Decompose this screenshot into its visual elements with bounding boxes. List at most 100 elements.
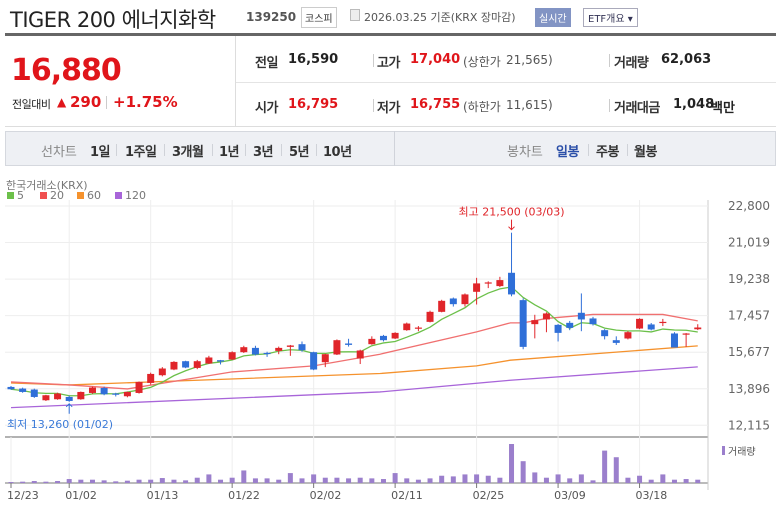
volume-bar — [671, 479, 677, 483]
candle — [647, 322, 655, 331]
volume-bar — [543, 477, 549, 483]
volume-bar — [660, 474, 666, 483]
volume-bar — [578, 474, 584, 483]
volume-bar — [462, 474, 468, 483]
x-tick-label: 12/23 — [7, 489, 39, 502]
moving-averages — [10, 286, 698, 409]
candle-body — [542, 313, 550, 320]
volume-bar — [497, 477, 503, 483]
candle-body — [682, 333, 690, 335]
candle-body — [426, 311, 434, 322]
candle-body — [158, 368, 166, 376]
candle-body — [391, 332, 399, 339]
x-tick-label: 01/22 — [228, 489, 260, 502]
candle-body — [449, 298, 457, 305]
candle — [438, 299, 446, 313]
candle — [147, 372, 155, 385]
volume-bar — [415, 479, 421, 483]
candle-body — [636, 318, 644, 329]
candle-body — [30, 389, 38, 397]
candle-body — [694, 327, 702, 330]
candle — [42, 394, 50, 401]
candle-body — [112, 393, 120, 395]
candle-body — [333, 340, 341, 355]
volume-bar — [229, 477, 235, 483]
x-tick-label: 01/13 — [147, 489, 179, 502]
candle-body — [368, 338, 376, 345]
volume-bar — [241, 470, 247, 483]
volume-legend-swatch — [722, 446, 725, 455]
volume-bar — [590, 480, 596, 483]
candle-body — [659, 321, 667, 324]
volume-bar — [55, 481, 61, 483]
y-tick-label: 22,800 — [728, 199, 770, 213]
x-tick-label: 01/02 — [65, 489, 97, 502]
volume-bar — [276, 479, 282, 483]
volume-bar — [485, 475, 491, 483]
candle-body — [205, 357, 213, 364]
candle — [321, 353, 329, 368]
y-tick-label: 13,896 — [728, 382, 770, 396]
candle — [368, 336, 376, 345]
candle-body — [345, 343, 353, 345]
candle-body — [356, 350, 364, 359]
volume-bar — [625, 477, 631, 483]
volume-bar — [113, 481, 119, 483]
candle-body — [484, 282, 492, 284]
candle-body — [193, 361, 201, 368]
volume-bar — [183, 480, 189, 483]
ma120-line — [10, 366, 698, 409]
candle-body — [403, 323, 411, 331]
candle-body — [321, 354, 329, 363]
candle — [449, 297, 457, 307]
x-tick-label: 02/25 — [473, 489, 505, 502]
volume-bar — [43, 481, 49, 483]
volume-bar — [555, 474, 561, 483]
candle — [135, 381, 143, 394]
volume-bar — [194, 477, 200, 483]
ma5-line — [10, 286, 698, 397]
volume-bar — [101, 480, 107, 483]
volume-bar — [299, 478, 305, 483]
volume-bar — [124, 480, 130, 483]
candle-body — [65, 396, 73, 401]
volume-bar — [66, 479, 72, 483]
candle — [589, 316, 597, 326]
high-arrow-icon — [508, 219, 515, 231]
candle-body — [589, 318, 597, 325]
candlestick-chart[interactable]: 22,800 21,019 19,238 17,457 15,677 13,896 12,1… — [0, 0, 776, 521]
volume-bar — [474, 474, 480, 483]
candle-body — [519, 300, 527, 347]
candle — [205, 355, 213, 365]
candle — [659, 318, 667, 327]
candle — [391, 332, 399, 339]
candle-body — [473, 283, 481, 292]
y-tick-label: 15,677 — [728, 345, 770, 359]
volume-bar — [392, 473, 398, 483]
volume-bar — [346, 478, 352, 483]
volume-bar — [404, 478, 410, 483]
candle-body — [286, 345, 294, 347]
candle — [461, 293, 469, 307]
low-arrow-icon — [65, 403, 73, 414]
volume-bar — [648, 479, 654, 483]
candle — [298, 341, 306, 352]
volume-bar — [613, 457, 619, 483]
volume-bar — [509, 444, 515, 483]
volume-bar — [439, 475, 445, 483]
x-tick-label: 02/02 — [310, 489, 342, 502]
candle-body — [88, 387, 96, 393]
volume-bar — [567, 478, 573, 483]
candle-body — [508, 272, 516, 295]
candle — [670, 332, 678, 348]
x-tick-label: 03/09 — [554, 489, 586, 502]
candle-body — [275, 347, 283, 351]
candle — [7, 385, 15, 390]
candle — [531, 314, 539, 339]
volume-bar — [287, 473, 293, 483]
candle — [694, 324, 702, 331]
candles — [7, 232, 702, 402]
candle — [636, 318, 644, 330]
candle-body — [566, 322, 574, 328]
candle-body — [217, 360, 225, 362]
